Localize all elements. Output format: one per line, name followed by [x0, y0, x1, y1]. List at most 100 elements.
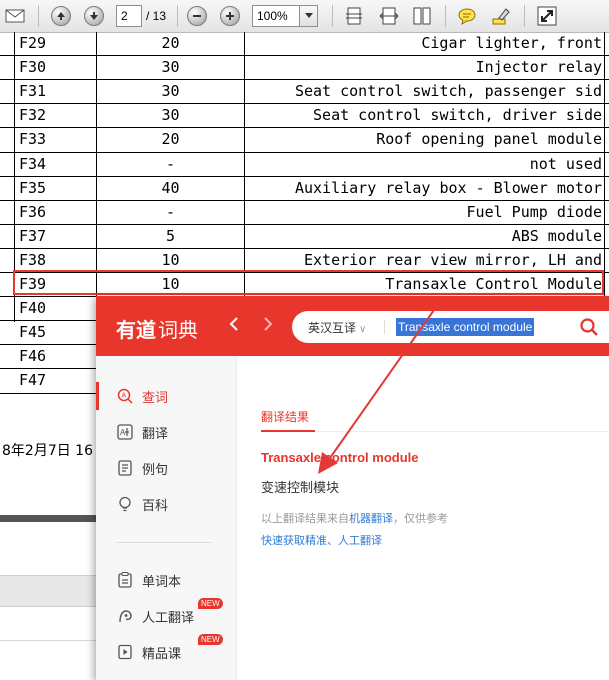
page-number-input[interactable]: 2 — [116, 5, 142, 27]
caret-down-icon: ∨ — [359, 324, 367, 335]
sidebar-item-lookup[interactable]: A 查词 — [96, 378, 236, 414]
highlighter-icon — [492, 8, 510, 25]
forward-button[interactable] — [262, 314, 274, 340]
course-icon — [117, 644, 133, 660]
table-cell: 30 — [161, 58, 180, 77]
human-translation-link[interactable]: 快速获取精准、人工翻译 — [261, 532, 382, 548]
table-cell: 10 — [161, 250, 180, 269]
table-cell: Exterior rear view mirror, LH and — [303, 250, 602, 269]
arrow-up-icon — [51, 6, 71, 26]
section-title: 翻译结果 — [261, 410, 310, 424]
table-cell: Auxiliary relay box - Blower motor — [294, 178, 602, 197]
youdao-header: 有道 词典 英汉互译 ∨ Transaxle control module — [96, 296, 609, 356]
wordbook-icon — [117, 572, 133, 588]
comment-button[interactable] — [456, 5, 478, 27]
table-row: F33 20 Roof opening panel module — [0, 128, 609, 152]
table-row: F29 20 Cigar lighter, front — [0, 32, 609, 56]
search-input[interactable]: Transaxle control module — [396, 318, 535, 336]
table-row: F31 30 Seat control switch, passenger sid — [0, 80, 609, 104]
human-translate-icon — [117, 608, 133, 624]
sidebar-label: 单词本 — [142, 574, 182, 590]
table-cell: F32 — [19, 106, 47, 125]
table-cell: F37 — [19, 226, 47, 245]
table-cell: F40 — [19, 299, 47, 318]
table-cell: - — [165, 202, 176, 221]
chevron-left-icon — [229, 317, 238, 331]
zoom-input[interactable]: 100% — [252, 5, 300, 27]
table-cell: ABS module — [511, 226, 602, 245]
table-cell: F35 — [19, 178, 47, 197]
two-page-button[interactable] — [411, 5, 433, 27]
new-badge: NEW — [198, 634, 223, 645]
highlight-button[interactable] — [490, 5, 512, 27]
youdao-popup: 有道 词典 英汉互译 ∨ Transaxle control module A 查词… — [96, 296, 609, 680]
result-translation: 变速控制模块 — [261, 481, 340, 496]
table-cell: F45 — [19, 323, 47, 342]
two-page-icon — [413, 7, 431, 25]
search-button[interactable] — [579, 317, 599, 337]
table-cell: 30 — [161, 82, 180, 101]
comment-icon — [458, 8, 476, 26]
page-down-button[interactable] — [83, 5, 105, 27]
fullscreen-button[interactable] — [536, 5, 558, 27]
search-icon — [580, 318, 598, 336]
translate-icon: A — [117, 424, 133, 440]
table-cell: Cigar lighter, front — [421, 34, 602, 52]
sidebar-label: 百科 — [142, 498, 169, 514]
table-cell: F33 — [19, 130, 47, 149]
fit-width-icon — [379, 7, 399, 25]
divider-bar — [0, 515, 97, 522]
table-cell: F31 — [19, 82, 47, 101]
sidebar-label: 精品课 — [142, 646, 182, 662]
table-row: F37 5 ABS module — [0, 225, 609, 249]
youdao-sidebar: A 查词 A 翻译 例句 百科 单词本 人工翻译 NEW 精品课 NEW — [96, 356, 237, 680]
expand-icon — [537, 6, 557, 26]
youdao-logo: 有道 词典 — [116, 318, 198, 342]
zoom-dropdown[interactable] — [300, 5, 318, 27]
table-row: F30 30 Injector relay — [0, 56, 609, 80]
zoom-in-button[interactable] — [219, 5, 241, 27]
table-cell: 30 — [161, 106, 180, 125]
background-strip — [0, 575, 97, 607]
highlight-box-f39 — [13, 270, 604, 295]
chevron-down-icon — [304, 13, 313, 18]
arrow-down-icon — [84, 6, 104, 26]
table-row: F35 40 Auxiliary relay box - Blower motor — [0, 177, 609, 201]
sidebar-divider — [116, 542, 212, 543]
sidebar-label: 人工翻译 — [142, 610, 195, 626]
zoom-out-button[interactable] — [186, 5, 208, 27]
chevron-right-icon — [264, 317, 273, 331]
sidebar-item-wordbook[interactable]: 单词本 — [96, 562, 236, 598]
machine-translation-link[interactable]: 机器翻译 — [349, 512, 393, 525]
divider-line — [0, 640, 97, 641]
sidebar-label: 翻译 — [142, 426, 169, 442]
table-cell: Fuel Pump diode — [466, 202, 602, 221]
page-up-button[interactable] — [50, 5, 72, 27]
sidebar-item-human-translate[interactable]: 人工翻译 NEW — [96, 598, 236, 634]
sidebar-item-translate[interactable]: A 翻译 — [96, 414, 236, 450]
email-icon[interactable] — [4, 5, 26, 27]
table-cell: Roof opening panel module — [376, 130, 602, 149]
table-cell: 20 — [161, 130, 180, 149]
sidebar-item-courses[interactable]: 精品课 NEW — [96, 634, 236, 670]
table-cell: - — [165, 154, 176, 173]
table-row: F36 - Fuel Pump diode — [0, 201, 609, 225]
page-total: / 13 — [146, 9, 167, 23]
table-row: F32 30 Seat control switch, driver side — [0, 104, 609, 128]
sidebar-item-encyclopedia[interactable]: 百科 — [96, 486, 236, 522]
fit-width-button[interactable] — [378, 5, 400, 27]
fit-page-button[interactable] — [343, 5, 365, 27]
date-fragment: 8年2月7日 16 — [2, 443, 93, 459]
table-cell: Seat control switch, passenger sid — [294, 82, 602, 101]
plus-icon — [220, 6, 240, 26]
sidebar-label: 查词 — [142, 390, 169, 406]
table-cell: F34 — [19, 154, 47, 173]
sidebar-item-examples[interactable]: 例句 — [96, 450, 236, 486]
result-panel: 翻译结果 Transaxle control module 变速控制模块 以上翻… — [237, 356, 609, 680]
table-cell: Injector relay — [475, 58, 602, 77]
minus-icon — [187, 6, 207, 26]
back-button[interactable] — [228, 314, 240, 340]
table-cell: F46 — [19, 347, 47, 366]
language-select[interactable]: 英汉互译 ∨ — [308, 319, 366, 336]
table-cell: F29 — [19, 34, 47, 52]
